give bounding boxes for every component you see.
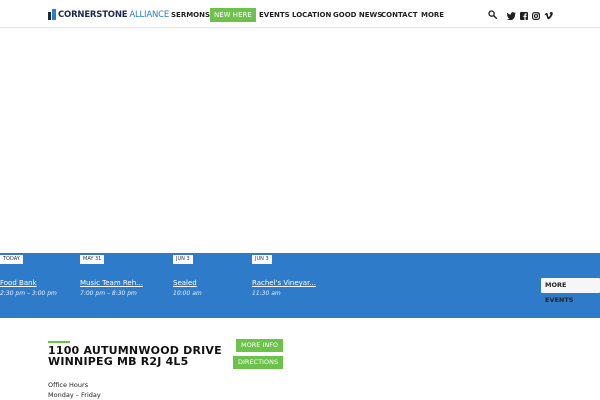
facebook-icon[interactable] — [520, 12, 528, 20]
events-band: TODAY Food Bank 2:30 pm – 3:00 pm MAY 31… — [0, 253, 600, 318]
event-title[interactable]: Food Bank — [0, 279, 37, 287]
event-date: MAY 31 — [80, 255, 105, 264]
nav-good-news[interactable]: GOOD NEWS — [333, 8, 382, 22]
event-date: JUN 3 — [173, 255, 193, 264]
event-date: TODAY — [0, 255, 23, 264]
instagram-icon[interactable] — [532, 12, 540, 20]
event-date: JUN 3 — [252, 255, 272, 264]
logo-text-primary: CORNERSTONE — [58, 9, 128, 20]
office-days: Monday – Friday — [48, 391, 101, 399]
event-time: 10:00 am — [173, 290, 202, 297]
event-time: 11:30 am — [252, 290, 281, 297]
more-events-button[interactable]: MORE EVENTS — [541, 278, 600, 304]
event-title[interactable]: Rachel's Vineyar... — [252, 279, 316, 287]
directions-button[interactable]: DIRECTIONS — [233, 356, 284, 369]
more-info-button[interactable]: MORE INFO — [236, 339, 284, 352]
event-time: 7:00 pm – 8:30 pm — [80, 290, 137, 297]
twitter-icon[interactable] — [507, 12, 516, 20]
nav-contact[interactable]: CONTACT — [381, 8, 418, 22]
logo-text-secondary: ALLIANCE — [129, 9, 170, 20]
accent-divider — [48, 341, 70, 343]
office-hours: Office Hours Monday – Friday — [48, 380, 101, 400]
vimeo-icon[interactable] — [544, 12, 553, 20]
search-icon[interactable] — [488, 10, 497, 19]
address: 1100 AUTUMNWOOD DRIVE WINNIPEG MB R2J 4L… — [48, 345, 222, 367]
event-title[interactable]: Music Team Reh... — [80, 279, 143, 287]
nav-sermons[interactable]: SERMONS — [171, 8, 210, 22]
nav-more[interactable]: MORE — [421, 8, 444, 22]
nav-events[interactable]: EVENTS — [259, 8, 290, 22]
logo-mark-icon — [48, 9, 56, 20]
office-hours-label: Office Hours — [48, 381, 89, 389]
nav-new-here[interactable]: NEW HERE — [210, 8, 256, 22]
event-time: 2:30 pm – 3:00 pm — [0, 290, 57, 297]
site-header: CORNERSTONE ALLIANCE SERMONS NEW HERE EV… — [0, 0, 600, 28]
nav-location[interactable]: LOCATION — [292, 8, 331, 22]
logo[interactable]: CORNERSTONE ALLIANCE — [48, 9, 169, 20]
event-title[interactable]: Sealed — [173, 279, 197, 287]
address-line-2: WINNIPEG MB R2J 4L5 — [48, 355, 189, 368]
